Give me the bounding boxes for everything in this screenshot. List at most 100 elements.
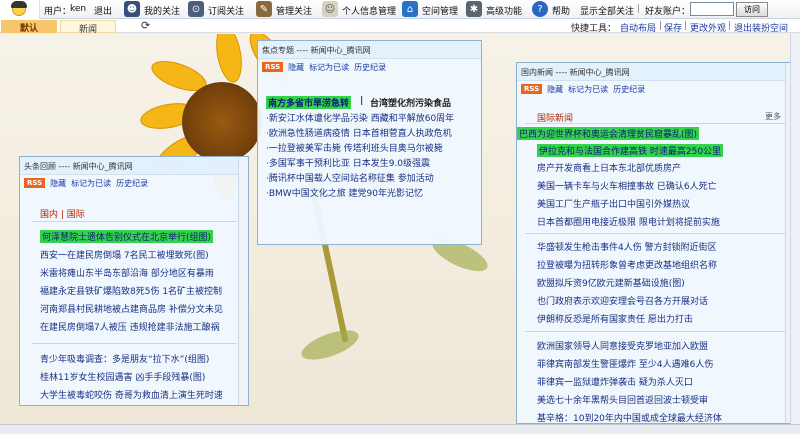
tab-news[interactable]: 新闻: [60, 20, 116, 35]
list-item[interactable]: 欧洲国家领导人同意接受克罗地亚加入欧盟: [537, 339, 708, 352]
manage-icon[interactable]: ✎: [256, 1, 272, 17]
list-item[interactable]: 菲律宾一监狱遭炸弹袭击 疑为杀人灭口: [537, 375, 693, 388]
space-manage-link[interactable]: 空间管理: [422, 4, 458, 17]
list-item[interactable]: 巴西为迎世界杯和奥运会清理贫民窟暴乱(图): [517, 127, 700, 140]
panel-tools: RSS 隐藏 标记为已读 历史纪录: [258, 59, 481, 75]
profile-icon[interactable]: ☺: [322, 1, 338, 17]
my-follow-link[interactable]: 我的关注: [144, 4, 180, 17]
list-item[interactable]: ·腾讯杯中国载人空间站名称征集 参加活动: [266, 171, 434, 184]
list-item[interactable]: 拉登被曝为扭转形象曾考虑更改基地组织名称: [537, 258, 717, 271]
hide-link[interactable]: 隐藏: [547, 84, 563, 95]
mark-read-link[interactable]: 标记为已读: [309, 62, 349, 73]
divider: |: [637, 4, 641, 14]
list-item[interactable]: 房产开发商看上日本东北部优质房产: [537, 161, 681, 174]
manage-follow-link[interactable]: 管理关注: [276, 4, 312, 17]
mark-read-link[interactable]: 标记为已读: [568, 84, 608, 95]
panel-title: 国内新闻 ---- 新闻中心_腾讯网: [517, 63, 795, 81]
divider: [525, 331, 785, 332]
exit-manage-link[interactable]: 退出装扮空间: [734, 21, 788, 34]
hide-link[interactable]: 隐藏: [50, 178, 66, 189]
list-item[interactable]: 青少年吸毒调查：多是朋友“拉下水”(组图): [40, 352, 209, 365]
tab-default[interactable]: 默认: [1, 20, 57, 34]
focus-highlight[interactable]: 南方多省市旱涝急转: [266, 96, 352, 109]
list-item[interactable]: ·欧洲急性肠道病疫情 日本首相菅直人执政危机: [266, 126, 452, 139]
sunflower-face: [182, 82, 262, 162]
subscribe-icon[interactable]: ⊙: [188, 1, 204, 17]
show-all-link[interactable]: 显示全部关注: [580, 4, 634, 17]
advanced-link[interactable]: 高级功能: [486, 4, 522, 17]
sunflower-petal: [212, 34, 246, 85]
logout-link[interactable]: 退出: [94, 4, 112, 17]
focus-headline[interactable]: 台湾塑化剂污染食品: [370, 96, 451, 109]
help-link[interactable]: 帮助: [552, 4, 570, 17]
section-tabs[interactable]: 国内 | 国际: [40, 207, 85, 220]
quicktools-label: 快捷工具：: [571, 24, 617, 34]
list-item[interactable]: 华盛顿发生枪击事件4人伤 警方封锁附近街区: [537, 240, 717, 253]
hide-link[interactable]: 隐藏: [288, 62, 304, 73]
save-link[interactable]: 保存: [664, 21, 682, 34]
history-link[interactable]: 历史纪录: [116, 178, 148, 189]
headline-panel: 头条回顾 ---- 新闻中心_腾讯网 RSS 隐藏 标记为已读 历史纪录 国内 …: [19, 156, 249, 406]
leaf: [298, 324, 362, 366]
follow-icon[interactable]: ☻: [124, 1, 140, 17]
page-scrollbar[interactable]: [790, 34, 800, 424]
list-item[interactable]: 桂林11岁女生校园遇害 凶手手段残暴(图): [40, 370, 205, 383]
list-item[interactable]: 大学生被毒蛇咬伤 奇哥为救血清上演生死时速: [40, 388, 223, 401]
focus-panel: 焦点专题 ---- 新闻中心_腾讯网 RSS 隐藏 标记为已读 历史纪录 南方多…: [257, 40, 482, 245]
panel-title: 头条回顾 ---- 新闻中心_腾讯网: [20, 157, 248, 175]
scrollbar[interactable]: [238, 157, 248, 405]
list-item[interactable]: 伊朗称反恐是所有国家责任 愿出力打击: [537, 312, 693, 325]
list-item[interactable]: ·新安江水体遭化学品污染 西藏和平解放60周年: [266, 111, 454, 124]
list-item[interactable]: 何泽慧院士遗体告别仪式在北京举行(组图): [40, 230, 214, 243]
help-icon[interactable]: ?: [532, 1, 548, 17]
panel-title: 焦点专题 ---- 新闻中心_腾讯网: [258, 41, 481, 59]
more-link[interactable]: 更多: [765, 111, 781, 122]
history-link[interactable]: 历史纪录: [613, 84, 645, 95]
friend-account-input[interactable]: [690, 2, 734, 16]
rss-icon[interactable]: RSS: [262, 62, 284, 72]
wrench-icon[interactable]: ✱: [466, 1, 482, 17]
list-item[interactable]: 基辛格：10到20年内中国或成全球最大经济体: [537, 411, 722, 424]
list-item[interactable]: 美选七十余年黑帮头目回首返回波士顿受审: [537, 393, 708, 406]
list-item[interactable]: 河南郑县村民耕地被占建商品房 补偿分文未见: [40, 302, 223, 315]
divider: |: [360, 96, 364, 106]
list-item[interactable]: 米雷将瘫山东半岛东部沿海 部分地区有暴雨: [40, 266, 214, 279]
list-item[interactable]: 日本首都圈用电接近极限 限电计划将提前实施: [537, 215, 720, 228]
list-item[interactable]: 也门政府表示欢迎安理会号召各方开展对话: [537, 294, 708, 307]
rss-icon[interactable]: RSS: [521, 84, 543, 94]
subscribe-link[interactable]: 订阅关注: [208, 4, 244, 17]
list-item[interactable]: 美国工厂生产瓶子出口中国引外媒热议: [537, 197, 690, 210]
list-item[interactable]: 菲律宾南部发生警匪爆炸 至少4人遇难6人伤: [537, 357, 713, 370]
panel-tools: RSS 隐藏 标记为已读 历史纪录: [20, 175, 248, 191]
auto-layout-link[interactable]: 自动布局: [620, 21, 656, 34]
user-label: 用户：: [44, 7, 72, 17]
list-item[interactable]: ·一拉登被美军击毙 传塔利班头目奥马尔被毙: [266, 141, 443, 154]
home-icon[interactable]: ⌂: [402, 1, 418, 17]
list-item[interactable]: 伊拉克和与法国合作建高铁 时速最高250公里: [537, 144, 724, 157]
divider: [32, 343, 237, 344]
profile-link[interactable]: 个人信息管理: [342, 4, 396, 17]
history-link[interactable]: 历史纪录: [354, 62, 386, 73]
intl-news-panel: 国内新闻 ---- 新闻中心_腾讯网 RSS 隐藏 标记为已读 历史纪录 国际新…: [516, 62, 796, 424]
list-item[interactable]: ·多国军事干预利比亚 日本发生9.0级强震: [266, 156, 430, 169]
avatar[interactable]: [0, 0, 40, 20]
mark-read-link[interactable]: 标记为已读: [71, 178, 111, 189]
list-item[interactable]: 福建永定县铁矿爆陷致8死5伤 1名矿主被控制: [40, 284, 222, 297]
divider: [32, 221, 237, 222]
friend-label: 好友账户：: [645, 7, 691, 17]
user-name: ken: [70, 4, 87, 14]
list-item[interactable]: 西安一在建民房倒塌 7名民工被埋致死(图): [40, 248, 209, 261]
panel-tools: RSS 隐藏 标记为已读 历史纪录: [517, 81, 795, 97]
list-item[interactable]: 美国一辆卡车与火车相撞事故 已确认6人死亡: [537, 179, 717, 192]
list-item[interactable]: ·BMW中国文化之旅 建党90年光影记忆: [266, 186, 423, 199]
list-item[interactable]: 在建民房倒塌7人被压 违规抢建非法施工酿祸: [40, 320, 220, 333]
refresh-icon[interactable]: ⟳: [141, 19, 150, 32]
sep: |: [684, 21, 688, 31]
visit-button[interactable]: 访问: [736, 2, 768, 17]
rss-icon[interactable]: RSS: [24, 178, 46, 188]
status-bar: [0, 424, 800, 434]
change-look-link[interactable]: 更改外观: [690, 21, 726, 34]
top-toolbar: 用户： ken 退出 ☻ 我的关注 ⊙ 订阅关注 ✎ 管理关注 ☺ 个人信息管理…: [0, 0, 800, 20]
divider: [525, 233, 785, 234]
list-item[interactable]: 欧盟拟斥资9亿欧元建新基础设施(图): [537, 276, 685, 289]
